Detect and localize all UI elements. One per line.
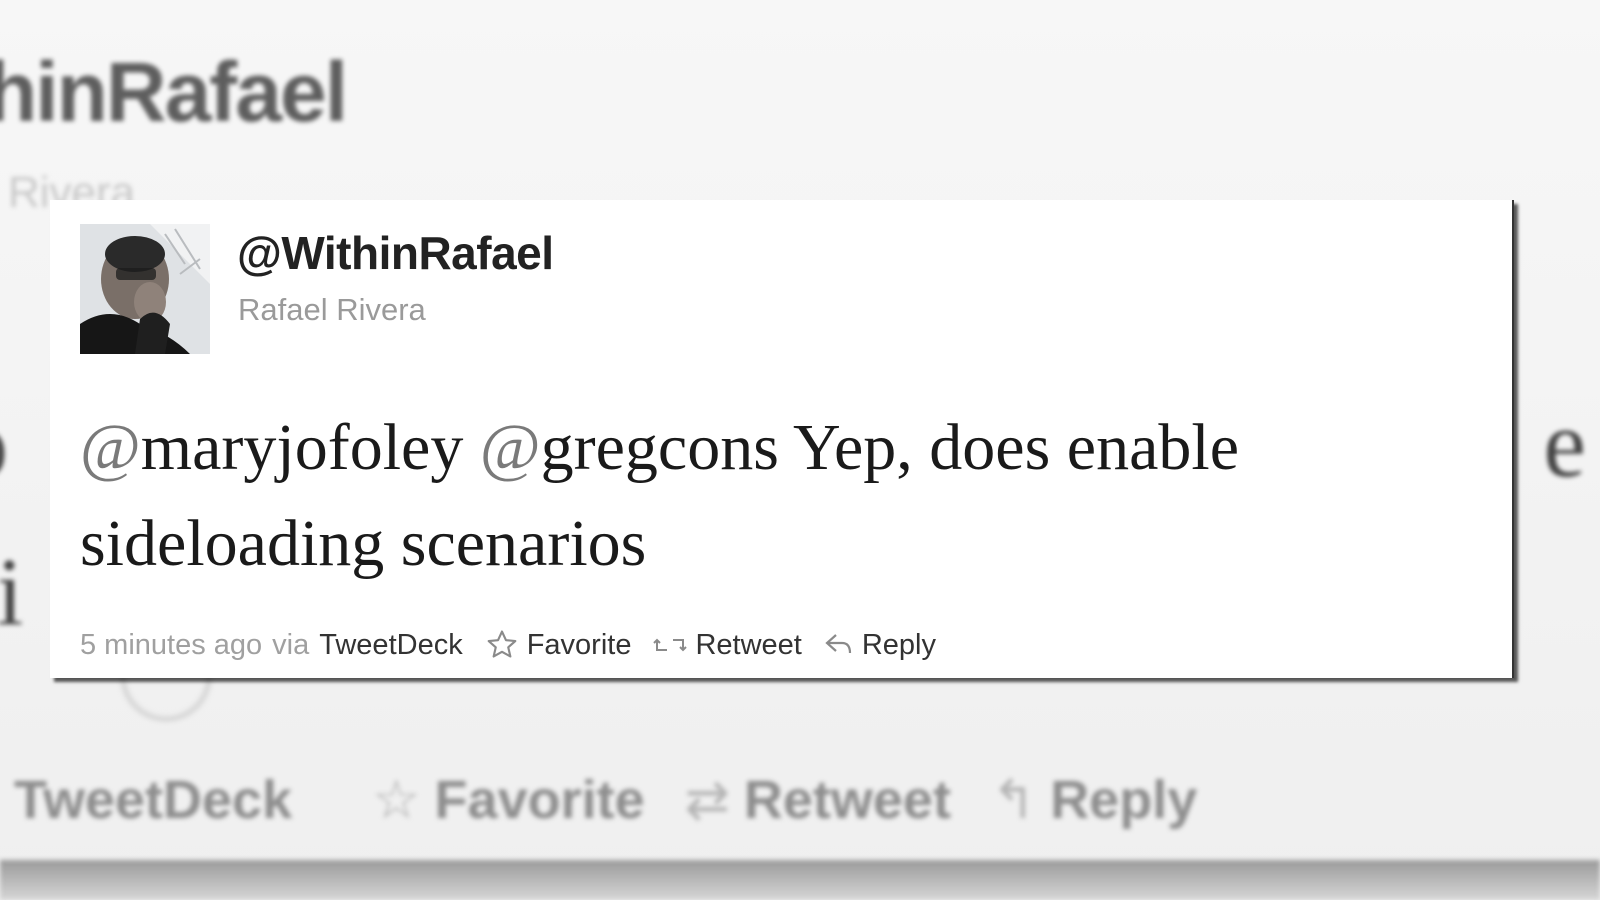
bg-reply-label: Reply	[1050, 769, 1198, 830]
via-label: via	[272, 628, 310, 661]
bg-text-fragment-tail: e	[1543, 390, 1590, 497]
bg-favorite-label: Favorite	[434, 769, 645, 830]
favorite-label: Favorite	[526, 628, 632, 661]
timestamp-link[interactable]: 5 minutes ago	[80, 629, 262, 662]
mention-link[interactable]: @maryjofoley	[80, 411, 463, 484]
tweet-text: @maryjofoley @gregcons Yep, does enable …	[80, 400, 1500, 592]
mention-link[interactable]: @gregcons	[480, 411, 779, 484]
bg-tweet-text-line2: li	[0, 538, 24, 645]
bg-username: thinRafael	[0, 45, 348, 139]
bg-source: TweetDeck	[14, 769, 293, 830]
favorite-button[interactable]: Favorite	[485, 628, 632, 662]
username-link[interactable]: @WithinRafael	[237, 226, 554, 280]
retweet-icon	[653, 632, 688, 658]
retweet-button[interactable]: Retweet	[653, 628, 802, 662]
bg-bottom-bar	[0, 860, 1600, 900]
bg-action-bar: TweetDeck ☆ Favorite ⇄ Retweet ↰ Reply	[14, 768, 1197, 831]
bg-reply-icon: ↰	[990, 770, 1037, 830]
tweet-card: @WithinRafael Rafael Rivera @maryjofoley…	[50, 200, 1514, 678]
reply-label: Reply	[861, 628, 937, 661]
screen: thinRafael Rivera o e li TweetDeck ☆ Fav…	[0, 0, 1600, 900]
avatar-image	[80, 224, 210, 354]
star-icon	[485, 628, 519, 662]
reply-button[interactable]: Reply	[824, 629, 936, 662]
reply-icon	[824, 631, 854, 659]
tweet-meta-bar: 5 minutes ago via TweetDeck Favorite Ret…	[80, 628, 936, 662]
bg-retweet-label: Retweet	[743, 769, 951, 830]
source-link[interactable]: TweetDeck	[319, 629, 462, 662]
bg-text-fragment: o	[0, 390, 12, 497]
retweet-label: Retweet	[695, 628, 802, 661]
display-name: Rafael Rivera	[238, 292, 426, 327]
avatar[interactable]	[80, 224, 210, 354]
bg-star-icon: ☆	[372, 770, 421, 830]
bg-retweet-icon: ⇄	[684, 770, 730, 830]
